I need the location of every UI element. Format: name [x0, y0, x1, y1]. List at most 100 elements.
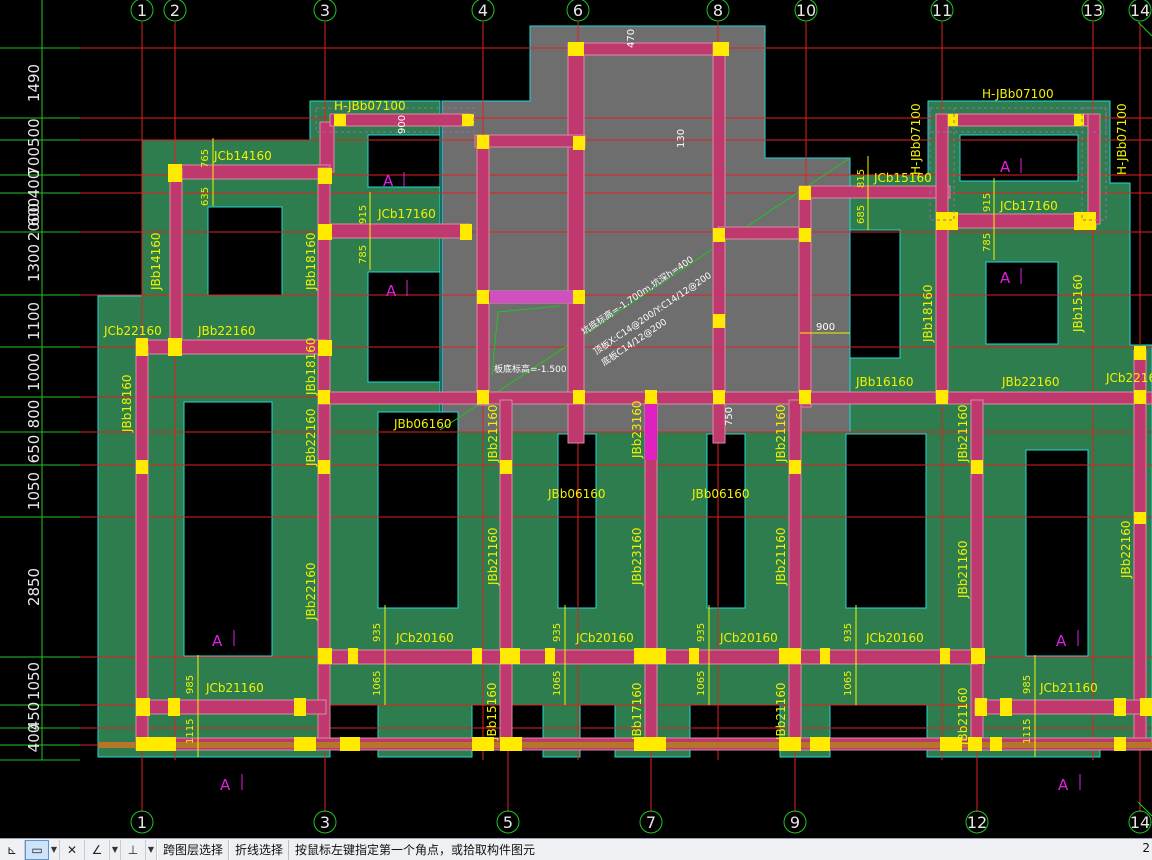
- bottom-axis-bubble[interactable]: 7: [639, 810, 663, 834]
- beam-strip[interactable]: [135, 339, 327, 355]
- beam-label[interactable]: JBb14160: [149, 232, 163, 291]
- column[interactable]: [136, 698, 150, 716]
- column[interactable]: [820, 648, 830, 664]
- cursor-select-icon[interactable]: ⊾: [0, 839, 25, 860]
- beam-label[interactable]: JBb22160: [1119, 520, 1133, 579]
- beam-strip[interactable]: [317, 391, 1152, 405]
- top-axis-bubble[interactable]: 1: [130, 0, 154, 22]
- column[interactable]: [779, 648, 801, 664]
- beam-strip[interactable]: [798, 186, 812, 408]
- beam-label[interactable]: JCb21160: [1039, 681, 1098, 695]
- bottom-axis-bubble[interactable]: 3: [313, 810, 337, 834]
- bottom-axis-bubble[interactable]: 5: [496, 810, 520, 834]
- column[interactable]: [318, 648, 332, 664]
- column[interactable]: [472, 648, 482, 664]
- bottom-axis-bubble[interactable]: 12: [965, 810, 989, 834]
- bottom-axis-bubble[interactable]: 1: [130, 810, 154, 834]
- beam-label[interactable]: JBb18160: [304, 337, 318, 396]
- column[interactable]: [713, 314, 725, 328]
- beam-label[interactable]: JCb20160: [575, 631, 634, 645]
- bottom-axis-bubble[interactable]: 14: [1128, 810, 1152, 834]
- column[interactable]: [500, 737, 522, 751]
- beam-label[interactable]: JBb06160: [691, 487, 750, 501]
- beam-strip[interactable]: [577, 42, 724, 56]
- pit-magenta-beam[interactable]: [490, 291, 574, 303]
- column[interactable]: [168, 698, 180, 716]
- column[interactable]: [545, 648, 555, 664]
- column[interactable]: [136, 338, 148, 356]
- beam-label[interactable]: JBb22160: [304, 562, 318, 621]
- column[interactable]: [462, 114, 474, 126]
- column[interactable]: [318, 390, 330, 404]
- column[interactable]: [789, 460, 801, 474]
- beam-label[interactable]: JBb18160: [120, 374, 134, 433]
- beam-label[interactable]: JCb20160: [719, 631, 778, 645]
- column[interactable]: [568, 42, 584, 56]
- beam-label[interactable]: JBb22160: [197, 324, 256, 338]
- beam-label[interactable]: JCb22160: [103, 324, 162, 338]
- beam-label[interactable]: JCb22160: [1105, 371, 1152, 385]
- column[interactable]: [990, 737, 1002, 751]
- beam-label[interactable]: JBb18160: [304, 232, 318, 291]
- column[interactable]: [799, 390, 811, 404]
- column[interactable]: [689, 648, 699, 664]
- opening[interactable]: [985, 261, 1059, 345]
- top-axis-bubble[interactable]: 13: [1081, 0, 1105, 22]
- column[interactable]: [1134, 390, 1146, 404]
- chevron-down-icon[interactable]: ▼: [146, 839, 157, 860]
- cad-svg[interactable]: 1 2 3 4 6 8 10 11 13 14 1 3 5 7 9 12 14 …: [0, 0, 1152, 838]
- column[interactable]: [1000, 698, 1012, 716]
- beam-label[interactable]: JCb17160: [999, 199, 1058, 213]
- opening[interactable]: [377, 411, 459, 609]
- top-axis-bubble[interactable]: 3: [313, 0, 337, 22]
- column[interactable]: [573, 390, 585, 404]
- column[interactable]: [713, 42, 729, 56]
- top-axis-bubble[interactable]: 6: [566, 0, 590, 22]
- column[interactable]: [936, 390, 948, 404]
- column[interactable]: [713, 228, 725, 242]
- column[interactable]: [318, 224, 332, 240]
- opening[interactable]: [959, 134, 1079, 182]
- column[interactable]: [936, 212, 958, 230]
- column[interactable]: [971, 648, 985, 664]
- beam-label[interactable]: JBb17160: [630, 682, 644, 741]
- column[interactable]: [136, 460, 148, 474]
- column[interactable]: [948, 114, 958, 126]
- beam-label[interactable]: H-JBb07100: [982, 87, 1054, 101]
- beam-strip[interactable]: [567, 42, 585, 444]
- beam-strip[interactable]: [799, 185, 951, 199]
- beam-strip[interactable]: [712, 42, 726, 444]
- column[interactable]: [500, 648, 520, 664]
- column[interactable]: [1114, 737, 1126, 751]
- zone-label[interactable]: A: [1058, 774, 1081, 794]
- column[interactable]: [294, 698, 306, 716]
- column[interactable]: [477, 390, 489, 404]
- column[interactable]: [340, 737, 360, 751]
- beam-label[interactable]: JBb23160: [630, 400, 644, 459]
- beam-label[interactable]: JBb21160: [774, 404, 788, 463]
- column[interactable]: [168, 164, 182, 182]
- column[interactable]: [348, 648, 358, 664]
- opening[interactable]: [1025, 449, 1089, 657]
- beam-label[interactable]: H-JBb07100: [909, 103, 923, 175]
- beam-label[interactable]: JCb15160: [873, 171, 932, 185]
- column[interactable]: [573, 136, 585, 150]
- beam-label[interactable]: JBb21160: [486, 527, 500, 586]
- column[interactable]: [1114, 698, 1126, 716]
- column[interactable]: [645, 390, 657, 404]
- column[interactable]: [294, 737, 316, 751]
- opening[interactable]: [557, 433, 597, 609]
- beam-strip[interactable]: [947, 113, 1089, 127]
- column[interactable]: [318, 340, 332, 356]
- top-axis-bubble[interactable]: 8: [706, 0, 730, 22]
- column[interactable]: [1074, 212, 1096, 230]
- beam-label[interactable]: H-JBb07100: [334, 99, 406, 113]
- beam-strip[interactable]: [935, 113, 949, 225]
- opening[interactable]: [706, 433, 746, 609]
- column[interactable]: [318, 168, 332, 184]
- column[interactable]: [168, 338, 182, 356]
- beam-label[interactable]: JBb23160: [630, 527, 644, 586]
- beam-label[interactable]: H-JBb07100: [1115, 103, 1129, 175]
- column[interactable]: [318, 460, 330, 474]
- beam-strip[interactable]: [788, 399, 802, 749]
